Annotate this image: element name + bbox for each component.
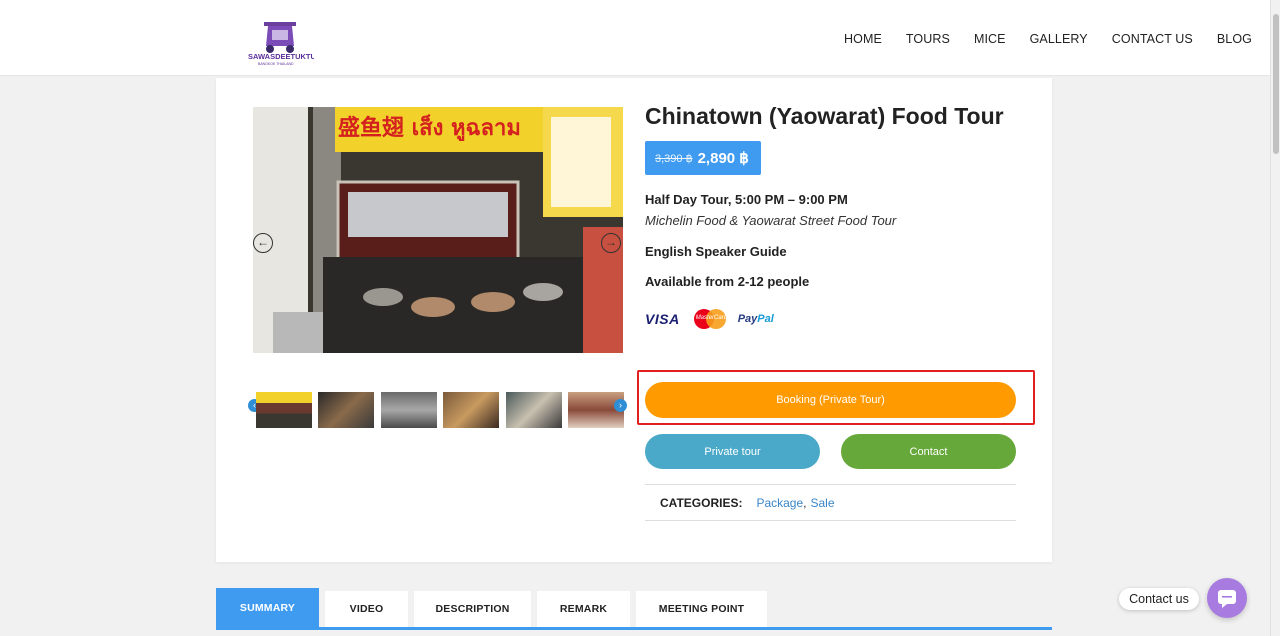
- tab-remark[interactable]: REMARK: [537, 591, 630, 627]
- paypal-part-1: Pay: [737, 313, 758, 325]
- thumbnail-4[interactable]: [443, 392, 499, 428]
- chat-widget-button[interactable]: [1207, 578, 1247, 618]
- tour-tabs: SUMMARY VIDEO DESCRIPTION REMARK MEETING…: [216, 588, 1052, 636]
- category-sale[interactable]: Sale: [811, 496, 835, 510]
- tab-summary[interactable]: SUMMARY: [216, 588, 319, 628]
- categories-label: CATEGORIES:: [660, 495, 743, 510]
- contact-button[interactable]: Contact: [841, 434, 1016, 469]
- categories: CATEGORIES: Package , Sale: [645, 484, 1016, 521]
- page-scrollbar[interactable]: [1270, 0, 1280, 636]
- mastercard-icon: MasterCard: [693, 309, 728, 329]
- private-tour-button[interactable]: Private tour: [645, 434, 820, 469]
- mastercard-label: MasterCard: [695, 315, 728, 321]
- main-photo[interactable]: 盛鱼翅 เส็ง หูฉลาม ← →: [253, 107, 623, 353]
- gallery-prev-button[interactable]: ←: [253, 233, 273, 253]
- category-package[interactable]: Package: [756, 496, 803, 510]
- main-nav: HOME TOURS MICE GALLERY CONTACT US BLOG: [820, 32, 1252, 46]
- thumbnail-2[interactable]: [318, 392, 374, 428]
- thumbnail-strip: ‹ ›: [248, 390, 628, 430]
- price-badge: 3,390 ฿ 2,890 ฿: [645, 141, 761, 175]
- gallery-next-button[interactable]: →: [601, 233, 621, 253]
- chat-icon: [1218, 590, 1236, 608]
- shop-sign-text: 盛鱼翅 เส็ง หูฉลาม: [338, 113, 521, 142]
- payment-methods: VISA MasterCard PayPal: [645, 308, 774, 330]
- booking-button[interactable]: Booking (Private Tour): [645, 382, 1016, 418]
- tab-video[interactable]: VIDEO: [325, 591, 408, 627]
- tour-duration: Half Day Tour, 5:00 PM – 9:00 PM: [645, 192, 848, 207]
- paypal-part-2: Pal: [757, 313, 774, 325]
- thumbnail-3[interactable]: [381, 392, 437, 428]
- site-header: SAWASDEETUKTUK BANGKOK THAILAND HOME TOU…: [0, 0, 1270, 76]
- thumbs-next-icon[interactable]: ›: [614, 399, 627, 412]
- visa-icon: VISA: [645, 311, 680, 327]
- tab-description[interactable]: DESCRIPTION: [414, 591, 531, 627]
- current-price: 2,890 ฿: [697, 150, 749, 167]
- nav-contact-us[interactable]: CONTACT US: [1112, 32, 1193, 46]
- tour-guide: English Speaker Guide: [645, 244, 787, 259]
- nav-gallery[interactable]: GALLERY: [1030, 32, 1088, 46]
- nav-home[interactable]: HOME: [844, 32, 882, 46]
- thumbnail-5[interactable]: [506, 392, 562, 428]
- nav-blog[interactable]: BLOG: [1217, 32, 1252, 46]
- category-separator: ,: [803, 495, 807, 510]
- old-price: 3,390 ฿: [655, 152, 693, 165]
- contact-us-label[interactable]: Contact us: [1119, 588, 1199, 610]
- nav-tours[interactable]: TOURS: [906, 32, 950, 46]
- site-logo[interactable]: SAWASDEETUKTUK BANGKOK THAILAND: [246, 16, 322, 66]
- nav-mice[interactable]: MICE: [974, 32, 1006, 46]
- thumbnail-1[interactable]: [256, 392, 312, 428]
- tour-title: Chinatown (Yaowarat) Food Tour: [645, 103, 1004, 129]
- tabs-underline: [216, 627, 1052, 630]
- brand-tagline: BANGKOK THAILAND: [258, 62, 294, 66]
- paypal-icon: PayPal: [738, 313, 774, 325]
- scrollbar-thumb[interactable]: [1273, 14, 1279, 154]
- tour-subtitle: Michelin Food & Yaowarat Street Food Tou…: [645, 213, 897, 228]
- tab-meeting-point[interactable]: MEETING POINT: [636, 591, 767, 627]
- tour-availability: Available from 2-12 people: [645, 274, 810, 289]
- brand-name: SAWASDEETUKTUK: [248, 52, 314, 61]
